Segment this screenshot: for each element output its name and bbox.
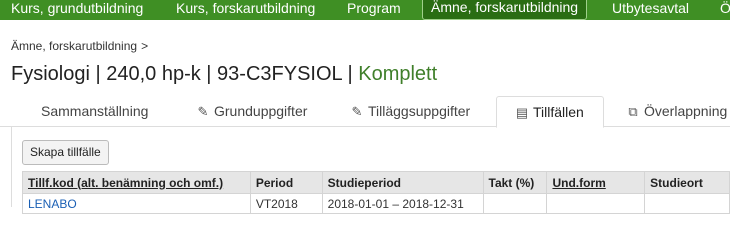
nav-overflow[interactable]: Ö xyxy=(712,0,730,20)
tab-overlappning[interactable]: ⧉ Överlappning xyxy=(626,96,727,127)
pencil-icon: ✎ xyxy=(351,104,363,119)
nav-program[interactable]: Program xyxy=(339,0,409,20)
nav-utbytesavtal[interactable]: Utbytesavtal xyxy=(604,0,697,20)
column-header-studieperiod: Studieperiod xyxy=(321,171,484,194)
breadcrumb-separator: > xyxy=(141,39,149,53)
tab-label: Sammanställning xyxy=(41,103,149,119)
page-title-main: Fysiologi | 240,0 hp-k | 93-C3FYSIOL | xyxy=(11,63,353,85)
copy-icon: ⧉ xyxy=(628,104,638,119)
tab-tillaggsuppgifter[interactable]: ✎ Tilläggsuppgifter xyxy=(350,96,471,127)
column-header-und-form[interactable]: Und.form xyxy=(546,171,646,194)
tab-tillfallen[interactable]: ▤ Tillfällen xyxy=(496,96,604,128)
top-navigation: Kurs, grundutbildning Kurs, forskarutbil… xyxy=(0,0,730,20)
calendar-icon: ▤ xyxy=(515,105,529,120)
column-header-period: Period xyxy=(249,171,323,194)
tab-label: Tillfällen xyxy=(533,104,584,120)
tab-bar: Sammanställning ✎ Grunduppgifter ✎ Tillägg… xyxy=(0,96,730,128)
occasion-link[interactable]: LENABO xyxy=(28,197,77,211)
table-cell-code: LENABO xyxy=(22,193,251,214)
table-header-row: Tillf.kod (alt. benämning och omf.) Peri… xyxy=(22,171,730,194)
tab-grunduppgifter[interactable]: ✎ Grunduppgifter xyxy=(196,96,308,127)
occasions-table: Tillf.kod (alt. benämning och omf.) Peri… xyxy=(22,171,730,214)
create-occasion-button[interactable]: Skapa tillfälle xyxy=(22,140,109,165)
column-header-tillf-kod[interactable]: Tillf.kod (alt. benämning och omf.) xyxy=(22,171,251,194)
breadcrumb: Ämne, forskarutbildning > xyxy=(11,39,148,53)
tab-label: Grunduppgifter xyxy=(214,103,308,119)
pencil-icon: ✎ xyxy=(197,104,209,119)
table-cell-period: VT2018 xyxy=(249,193,323,214)
table-row: LENABO VT2018 2018-01-01 – 2018-12-31 xyxy=(22,193,730,214)
table-cell-takt xyxy=(482,193,548,214)
page-title: Fysiologi | 240,0 hp-k | 93-C3FYSIOL | K… xyxy=(11,63,437,86)
table-cell-und-form xyxy=(546,193,646,214)
tab-label: Tilläggsuppgifter xyxy=(368,103,471,119)
tab-sammanstallning[interactable]: Sammanställning xyxy=(41,96,148,127)
column-header-takt: Takt (%) xyxy=(482,171,548,194)
tab-label: Överlappning xyxy=(644,103,728,119)
nav-kurs-forskarutbildning[interactable]: Kurs, forskarutbildning xyxy=(168,0,323,20)
table-cell-studieort xyxy=(644,193,730,214)
column-header-studieort: Studieort xyxy=(644,171,730,194)
nav-amne-forskarutbildning[interactable]: Ämne, forskarutbildning xyxy=(422,0,588,20)
breadcrumb-link[interactable]: Ämne, forskarutbildning xyxy=(11,39,137,53)
table-cell-studieperiod: 2018-01-01 – 2018-12-31 xyxy=(321,193,484,214)
nav-kurs-grundutbildning[interactable]: Kurs, grundutbildning xyxy=(3,0,151,20)
status-label: Komplett xyxy=(358,63,438,85)
